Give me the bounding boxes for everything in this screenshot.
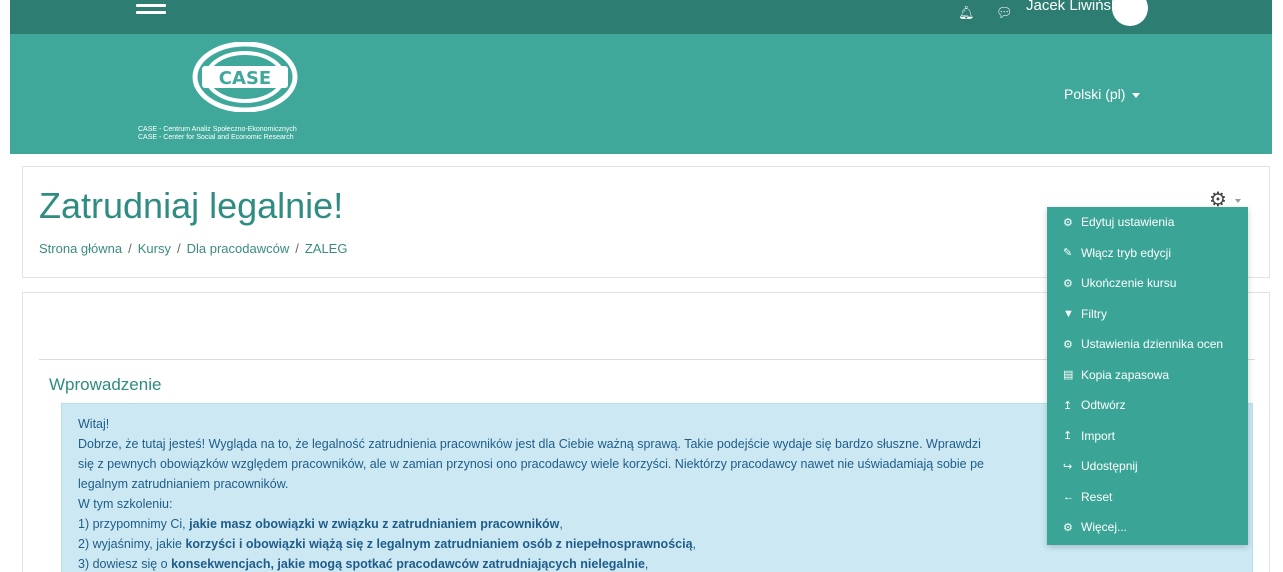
intro-text-fragment: , — [559, 517, 563, 531]
menu-item[interactable]: ↥ Import — [1047, 421, 1248, 452]
gear-icon: ⚙ — [1063, 277, 1073, 290]
breadcrumb-course[interactable]: ZALEG — [305, 241, 348, 256]
breadcrumb-separator: / — [295, 241, 299, 256]
avatar[interactable] — [1112, 0, 1148, 26]
bell-icon[interactable]: 🔔︎ — [958, 6, 975, 20]
menu-item[interactable]: ✎ Włącz tryb edycji — [1047, 238, 1248, 269]
intro-text-fragment: 2) wyjaśnimy, jakie — [78, 537, 186, 551]
gear-icon: ⚙ — [1063, 521, 1073, 534]
menu-item[interactable]: ⚙ Więcej... — [1047, 512, 1248, 543]
page-title: Zatrudniaj legalnie! — [39, 185, 344, 226]
breadcrumb-separator: / — [128, 241, 132, 256]
menu-item[interactable]: ↥ Odtwórz — [1047, 390, 1248, 421]
menu-item-label: Ukończenie kursu — [1081, 276, 1177, 291]
menu-item[interactable]: ⚙ Edytuj ustawienia — [1047, 207, 1248, 238]
caption-line-1: CASE - Centrum Analiz Społeczno-Ekonomic… — [138, 126, 297, 133]
filter-icon: ▼ — [1063, 307, 1074, 320]
menu-item[interactable]: ← Reset — [1047, 482, 1248, 513]
caret-down-icon — [1132, 92, 1141, 98]
language-label: Polski (pl) — [1064, 86, 1126, 102]
menu-item[interactable]: ▼ Filtry — [1047, 299, 1248, 330]
caption-line-2: CASE - Center for Social and Economic Re… — [138, 134, 294, 141]
menu-item[interactable]: ⚙ Ustawienia dziennika ocen — [1047, 329, 1248, 360]
intro-line: 3) dowiesz się o konsekwencjach, jakie m… — [78, 554, 1238, 572]
intro-bold-fragment: korzyści i obowiązki wiążą się z legalny… — [185, 537, 693, 551]
chat-icon[interactable]: 💬︎ — [996, 6, 1013, 20]
menu-item-label: Udostępnij — [1081, 459, 1138, 474]
intro-bold-fragment: konsekwencjach, jakie mogą spotkać praco… — [171, 557, 645, 571]
user-name[interactable]: Jacek Liwiński — [1026, 0, 1122, 13]
level-up-icon: ↥ — [1063, 430, 1073, 443]
intro-text-fragment: , — [692, 537, 697, 551]
menu-item-label: Więcej... — [1081, 520, 1128, 535]
menu-item-label: Import — [1081, 428, 1116, 443]
menu-item[interactable]: ↪ Udostępnij — [1047, 451, 1248, 482]
menu-item-label: Edytuj ustawienia — [1081, 215, 1175, 230]
logo-caption: CASE - Centrum Analiz Społeczno-Ekonomic… — [138, 126, 297, 142]
hamburger-icon[interactable] — [136, 4, 166, 18]
top-navbar: 🔔︎ 💬︎ Jacek Liwiński — [10, 0, 1272, 34]
menu-item-label: Włącz tryb edycji — [1081, 245, 1172, 260]
menu-item-label: Filtry — [1081, 306, 1107, 321]
menu-item-label: Odtwórz — [1081, 398, 1126, 413]
breadcrumb-separator: / — [176, 241, 181, 256]
site-header: CASE CASE - Centrum Analiz Społeczno-Eko… — [10, 34, 1272, 154]
arrow-left-icon: ← — [1063, 490, 1074, 503]
course-actions-menu: ⚙ Edytuj ustawienia ✎ Włącz tryb edycji ⚙ Uko… — [1047, 207, 1248, 545]
level-up-icon: ↥ — [1063, 399, 1073, 412]
menu-item-label: Kopia zapasowa — [1081, 367, 1170, 382]
case-logo[interactable]: CASE — [190, 41, 300, 113]
breadcrumb-category[interactable]: Dla pracodawców — [187, 241, 290, 256]
share-icon: ↪ — [1063, 460, 1073, 473]
intro-text-fragment: , — [644, 557, 649, 571]
section-title[interactable]: Wprowadzenie — [49, 375, 161, 395]
intro-text-fragment: 1) przypomnimy Ci, — [78, 517, 190, 531]
chevron-down-icon — [1235, 199, 1241, 203]
logo-text: CASE — [219, 68, 271, 89]
logo-graphic: CASE — [192, 41, 298, 113]
menu-item-label: Reset — [1081, 489, 1113, 504]
intro-bold-fragment: jakie masz obowiązki w związku z zatrudn… — [189, 517, 560, 531]
gear-icon: ⚙ — [1063, 338, 1073, 351]
breadcrumb: Strona główna / Kursy / Dla pracodawców / ZALE… — [39, 241, 347, 256]
language-selector[interactable]: Polski (pl) — [1064, 86, 1141, 102]
menu-item[interactable]: ⚙ Ukończenie kursu — [1047, 268, 1248, 299]
breadcrumb-home[interactable]: Strona główna — [39, 241, 122, 256]
breadcrumb-courses[interactable]: Kursy — [138, 241, 171, 256]
intro-text-fragment: 3) dowiesz się o — [78, 557, 172, 571]
pencil-icon: ✎ — [1063, 247, 1073, 260]
menu-item-label: Ustawienia dziennika ocen — [1081, 337, 1224, 352]
gear-icon: ⚙ — [1063, 216, 1073, 229]
file-archive-icon: ▤ — [1063, 369, 1074, 382]
menu-item[interactable]: ▤ Kopia zapasowa — [1047, 360, 1248, 391]
